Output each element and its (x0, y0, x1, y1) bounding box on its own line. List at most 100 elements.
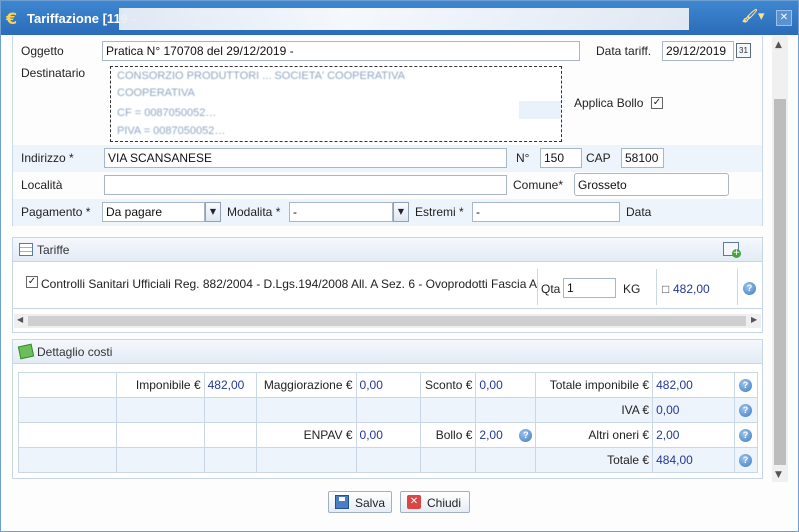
cap-field[interactable] (621, 148, 664, 168)
comune-field[interactable] (574, 173, 729, 196)
save-button-label: Salva (355, 496, 386, 510)
totale-value: 484,00 (652, 447, 735, 473)
estremi-label: Estremi * (415, 205, 464, 219)
vertical-scrollbar[interactable]: ▲ ▼ (772, 36, 788, 482)
qta-field[interactable] (563, 278, 616, 298)
applica-bollo-checkbox[interactable]: ✓ (651, 97, 663, 109)
pagamento-select[interactable] (102, 202, 205, 222)
destinatario-redacted-line: COOPERATIVA (117, 87, 195, 99)
help-icon[interactable]: ? (738, 429, 752, 442)
scroll-right-icon[interactable]: ▶ (751, 315, 757, 324)
totale-imponibile-label: Totale imponibile € (535, 372, 654, 398)
cell (18, 447, 117, 473)
indirizzo-field[interactable] (104, 148, 507, 168)
bollo-label: Bollo € (420, 422, 477, 448)
cost-table: Imponibile € 482,00 Maggiorazione € 0,00… (18, 372, 759, 473)
sconto-value: 0,00 (475, 372, 537, 398)
help-icon[interactable]: ? (738, 379, 752, 392)
currency-icon: □ (662, 282, 670, 296)
help-icon[interactable]: ? (743, 282, 756, 295)
applica-bollo-label: Applica Bollo (574, 96, 644, 110)
save-button[interactable]: Salva (328, 491, 392, 513)
grid-icon (19, 243, 33, 256)
tariffe-scroll-area: ◀ ▶ (12, 309, 763, 333)
cell (18, 397, 117, 423)
tariffe-header: Tariffe + (13, 238, 762, 262)
modalita-select[interactable] (289, 202, 393, 222)
altri-oneri-value: 2,00 (652, 422, 735, 448)
horizontal-scrollbar[interactable]: ◀ ▶ (14, 314, 761, 328)
estremi-field[interactable] (472, 202, 620, 222)
destinatario-redacted-line: CONSORZIO PRODUTTORI ... SOCIETA' COOPER… (117, 70, 405, 82)
modalita-label: Modalita * (227, 205, 281, 219)
enpav-value: 0,00 (355, 422, 422, 448)
cell: ? (733, 422, 759, 448)
numero-field[interactable] (540, 148, 582, 168)
oggetto-field[interactable] (102, 41, 580, 61)
cap-label: CAP (586, 151, 611, 165)
calendar-icon[interactable]: 31 (736, 43, 751, 58)
cell: ? (733, 372, 759, 398)
maggiorazione-label: Maggiorazione € (255, 372, 357, 398)
scrollbar-thumb[interactable] (28, 316, 746, 326)
close-button-label: Chiudi (427, 496, 462, 510)
help-icon[interactable]: ? (519, 429, 533, 442)
redacted-area (519, 101, 561, 119)
cell (203, 447, 257, 473)
pagamento-row: Pagamento * ▼ Modalita * ▼ Estremi * Dat… (13, 199, 762, 226)
scroll-down-icon[interactable]: ▼ (775, 470, 782, 480)
brush-icon[interactable]: 🖌▾ (739, 9, 767, 27)
close-icon[interactable]: ✕ (776, 10, 792, 26)
oggetto-row: Oggetto Data tariff. 31 (13, 36, 762, 64)
cell (115, 397, 205, 423)
scroll-up-icon[interactable]: ▲ (775, 40, 782, 50)
cell (255, 447, 357, 473)
close-button[interactable]: ✕ Chiudi (400, 491, 470, 513)
localita-field[interactable] (104, 175, 507, 195)
tariff-description: Controlli Sanitari Ufficiali Reg. 882/20… (41, 277, 538, 291)
dettaglio-title: Dettaglio costi (37, 345, 113, 359)
add-tariff-icon[interactable]: + (723, 242, 741, 258)
cost-row: Imponibile € 482,00 Maggiorazione € 0,00… (18, 372, 759, 398)
cell (203, 422, 257, 448)
window-titlebar[interactable]: € Tariffazione [119 - 🖌▾ ✕ (1, 1, 798, 35)
cell (255, 397, 357, 423)
cell (355, 397, 422, 423)
cost-row: Totale € 484,00 ? (18, 447, 759, 473)
cell (420, 447, 477, 473)
cell (18, 372, 117, 398)
indirizzo-row: Indirizzo * N° CAP (13, 145, 762, 172)
money-icon (17, 343, 35, 360)
help-icon[interactable]: ? (738, 454, 752, 467)
cell (475, 447, 537, 473)
tariffe-panel: Tariffe + ✓ Controlli Sanitari Ufficiali… (12, 237, 763, 309)
destinatario-box[interactable]: CONSORZIO PRODUTTORI ... SOCIETA' COOPER… (110, 66, 562, 142)
cell: ? (733, 447, 759, 473)
tariffe-title: Tariffe (37, 243, 70, 257)
destinatario-label: Destinatario (21, 66, 86, 80)
comune-label: Comune* (513, 178, 564, 192)
iva-value: 0,00 (652, 397, 735, 423)
chevron-down-icon[interactable]: ▼ (393, 202, 409, 222)
chevron-down-icon[interactable]: ▼ (205, 202, 221, 222)
floppy-disk-icon (335, 495, 349, 509)
bollo-value: 2,00 (479, 428, 503, 442)
cell (355, 447, 422, 473)
scrollbar-thumb[interactable] (774, 99, 786, 465)
maggiorazione-value: 0,00 (355, 372, 422, 398)
cell: 2,00? (475, 422, 537, 448)
help-icon[interactable]: ? (738, 404, 752, 417)
altri-oneri-label: Altri oneri € (535, 422, 654, 448)
divider (656, 269, 657, 305)
totale-label: Totale € (535, 447, 654, 473)
cell (203, 397, 257, 423)
tariff-amount: 482,00 (673, 282, 710, 296)
scroll-left-icon[interactable]: ◀ (17, 315, 23, 324)
cell (115, 447, 205, 473)
data-tariff-field[interactable] (662, 41, 734, 61)
dettaglio-header: Dettaglio costi (13, 340, 762, 364)
destinatario-row: Destinatario CONSORZIO PRODUTTORI ... SO… (13, 64, 762, 145)
cost-row: IVA € 0,00 ? (18, 397, 759, 423)
form-area: Oggetto Data tariff. 31 Destinatario CON… (12, 36, 763, 226)
imponibile-value: 482,00 (203, 372, 257, 398)
